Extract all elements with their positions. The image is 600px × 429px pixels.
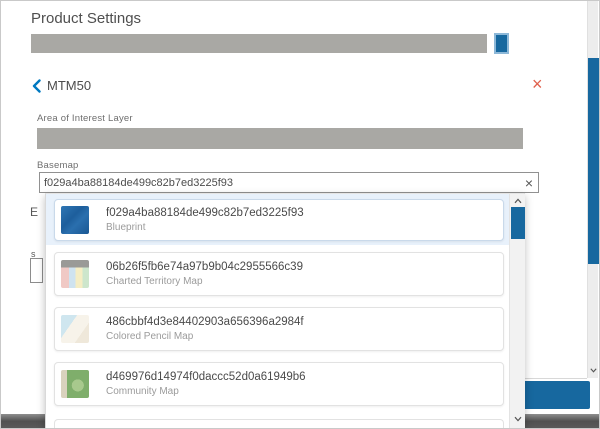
chevron-left-icon (32, 79, 41, 93)
footer-divider (523, 378, 587, 379)
basemap-input[interactable] (40, 177, 520, 189)
blueprint-thumbnail (61, 206, 89, 234)
redacted-setting-bar (31, 34, 487, 53)
basemap-option-id: 06b26f5fb6e74a97b9b04c2955566c39 (106, 261, 303, 273)
dialog-scrollbar-thumb[interactable] (588, 58, 599, 264)
basemap-dropdown-list: f029a4ba88184de499c82b7ed3225f93 Bluepri… (45, 193, 525, 429)
basemap-option-name: Community Map (106, 386, 306, 397)
basemap-field-label: Basemap (37, 160, 79, 171)
basemap-option-blueprint[interactable]: f029a4ba88184de499c82b7ed3225f93 Bluepri… (54, 199, 504, 241)
basemap-combobox[interactable]: × (39, 172, 539, 193)
dialog-scrollbar[interactable] (587, 1, 598, 378)
basemap-option-name: Charted Territory Map (106, 276, 303, 287)
primary-action-button[interactable] (523, 381, 590, 409)
dropdown-scrollbar[interactable] (509, 194, 525, 429)
aoi-redacted-input[interactable] (37, 128, 523, 149)
basemap-option-id: f029a4ba88184de499c82b7ed3225f93 (106, 207, 304, 219)
basemap-option-partial[interactable] (54, 419, 504, 429)
back-nav[interactable]: MTM50 (32, 78, 91, 93)
dropdown-scroll-up-icon[interactable] (510, 194, 526, 207)
dropdown-scroll-down-icon[interactable] (510, 412, 526, 425)
aoi-field-label: Area of Interest Layer (37, 113, 133, 124)
slider-handle[interactable] (494, 33, 509, 54)
basemap-option-id: d469976d14974f0daccc52d0a61949b6 (106, 371, 306, 383)
obscured-checkbox[interactable] (30, 258, 43, 283)
basemap-option-community[interactable]: d469976d14974f0daccc52d0a61949b6 Communi… (54, 362, 504, 406)
colored-pencil-thumbnail (61, 315, 89, 343)
dropdown-scrollbar-thumb[interactable] (511, 207, 525, 239)
obscured-label-fragment: E (30, 205, 38, 219)
charted-territory-thumbnail (61, 260, 89, 288)
clear-input-icon[interactable]: × (520, 176, 538, 190)
basemap-option-name: Blueprint (106, 222, 304, 233)
basemap-option-colored-pencil[interactable]: 486cbbf4d3e84402903a656396a2984f Colored… (54, 307, 504, 351)
basemap-option-name: Colored Pencil Map (106, 331, 304, 342)
close-icon[interactable]: × (532, 75, 543, 93)
dialog-scroll-down-icon[interactable] (588, 363, 599, 377)
product-name-label: MTM50 (47, 78, 91, 93)
community-map-thumbnail (61, 370, 89, 398)
page-title: Product Settings (31, 10, 141, 27)
basemap-option-id: 486cbbf4d3e84402903a656396a2984f (106, 316, 304, 328)
basemap-option-charted-territory[interactable]: 06b26f5fb6e74a97b9b04c2955566c39 Charted… (54, 252, 504, 296)
product-settings-window: Product Settings MTM50 × Area of Interes… (0, 0, 600, 429)
